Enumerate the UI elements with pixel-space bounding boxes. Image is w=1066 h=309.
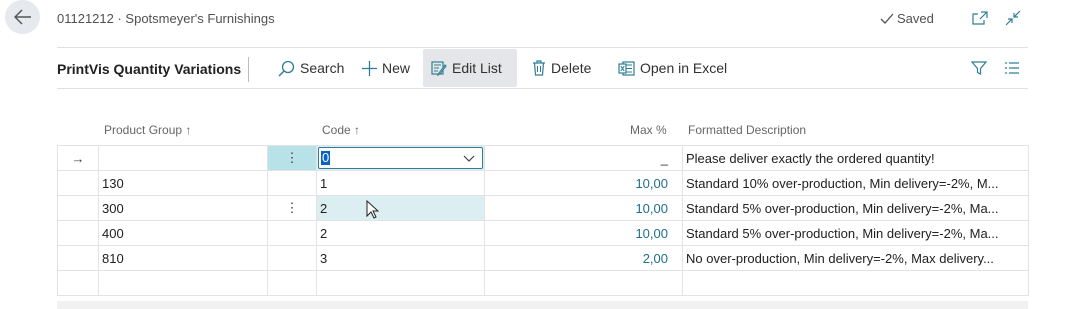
code-cell[interactable]: 1: [316, 170, 485, 196]
new-button[interactable]: New: [354, 49, 418, 87]
code-value: 2: [320, 200, 328, 216]
page-title: PrintVis Quantity Variations: [57, 61, 242, 77]
open-new-window-icon[interactable]: [970, 8, 990, 28]
row-indicator: [57, 220, 99, 246]
column-header-code[interactable]: Code ↑: [322, 123, 360, 137]
code-dropdown[interactable]: 0: [318, 147, 483, 169]
row-indicator: [57, 270, 99, 296]
delete-label: Delete: [551, 60, 592, 76]
table-row[interactable]: 300 ⋮ 2 10,00 Standard 5% over-productio…: [57, 195, 1029, 221]
row-menu-cell[interactable]: [267, 170, 317, 196]
column-header-product-group[interactable]: Product Group ↑: [104, 123, 191, 137]
horizontal-scrollbar[interactable]: [57, 301, 1028, 309]
max-pct-cell[interactable]: 10,00: [484, 195, 683, 221]
max-pct-cell[interactable]: 10,00: [484, 170, 683, 196]
row-menu-cell[interactable]: [267, 220, 317, 246]
table-row[interactable]: 130 1 10,00 Standard 10% over-production…: [57, 170, 1029, 196]
row-indicator: [57, 195, 99, 221]
description-cell: Please deliver exactly the ordered quant…: [682, 145, 1029, 171]
search-button[interactable]: Search: [270, 49, 352, 87]
open-in-excel-label: Open in Excel: [640, 60, 728, 76]
product-group-cell[interactable]: 810: [98, 245, 268, 271]
max-pct-cell[interactable]: 10,00: [484, 220, 683, 246]
description-cell: No over-production, Min delivery=-2%, Ma…: [682, 245, 1029, 271]
search-icon: [278, 60, 295, 77]
chevron-down-icon[interactable]: [463, 155, 475, 163]
row-menu-button[interactable]: ⋮: [267, 195, 317, 221]
row-menu-button[interactable]: ⋮: [267, 145, 317, 171]
open-in-excel-button[interactable]: Open in Excel: [610, 49, 735, 87]
trash-icon: [533, 60, 545, 76]
row-indicator: [57, 170, 99, 196]
plus-icon: [362, 60, 377, 76]
checkmark-icon: [880, 13, 894, 24]
divider: [57, 47, 1028, 48]
saved-label: Saved: [897, 11, 934, 26]
description-cell: Standard 5% over-production, Min deliver…: [682, 220, 1029, 246]
table-row-empty[interactable]: [57, 270, 1029, 296]
table-row[interactable]: → ⋮ 0 _ Please deliver exactly the order…: [57, 145, 1029, 171]
row-indicator-arrow-icon: →: [57, 145, 99, 171]
column-header-formatted-description[interactable]: Formatted Description: [688, 123, 806, 137]
table-row[interactable]: 400 2 10,00 Standard 5% over-production,…: [57, 220, 1029, 246]
product-group-cell[interactable]: 300: [98, 195, 268, 221]
breadcrumb: 01121212 · Spotsmeyer's Furnishings: [57, 11, 275, 26]
arrow-left-icon: [13, 9, 31, 25]
max-pct-cell[interactable]: _: [484, 145, 683, 171]
divider: [57, 88, 1028, 89]
table-row[interactable]: 810 3 2,00 No over-production, Min deliv…: [57, 245, 1029, 271]
description-cell: [682, 270, 1029, 296]
description-cell: Standard 10% over-production, Min delive…: [682, 170, 1029, 196]
max-pct-cell[interactable]: 2,00: [484, 245, 683, 271]
mouse-cursor-icon: [366, 200, 379, 219]
back-button[interactable]: [5, 0, 40, 34]
delete-button[interactable]: Delete: [524, 49, 599, 87]
edit-list-button[interactable]: Edit List: [423, 49, 517, 87]
collapse-icon[interactable]: [1003, 8, 1023, 28]
divider: [248, 57, 249, 82]
code-cell[interactable]: 2: [316, 195, 485, 221]
product-group-cell[interactable]: 130: [98, 170, 268, 196]
code-cell[interactable]: 2: [316, 220, 485, 246]
new-label: New: [382, 60, 411, 76]
list-view-icon[interactable]: [1002, 58, 1022, 78]
product-group-cell[interactable]: 400: [98, 220, 268, 246]
code-input-value[interactable]: 0: [321, 151, 331, 165]
code-cell[interactable]: [316, 270, 485, 296]
code-cell[interactable]: 0: [316, 145, 485, 171]
product-group-cell[interactable]: [98, 145, 268, 171]
row-menu-cell[interactable]: [267, 270, 317, 296]
filter-icon[interactable]: [969, 58, 989, 78]
row-menu-cell[interactable]: [267, 245, 317, 271]
search-label: Search: [300, 60, 345, 76]
excel-icon: [618, 60, 635, 76]
edit-list-label: Edit List: [452, 60, 502, 76]
max-pct-cell[interactable]: [484, 270, 683, 296]
saved-status: Saved: [880, 11, 934, 26]
code-cell[interactable]: 3: [316, 245, 485, 271]
row-indicator: [57, 245, 99, 271]
description-cell: Standard 5% over-production, Min deliver…: [682, 195, 1029, 221]
data-grid: → ⋮ 0 _ Please deliver exactly the order…: [57, 145, 1029, 296]
product-group-cell[interactable]: [98, 270, 268, 296]
column-header-max-pct[interactable]: Max %: [630, 123, 667, 137]
edit-list-icon: [431, 60, 447, 76]
